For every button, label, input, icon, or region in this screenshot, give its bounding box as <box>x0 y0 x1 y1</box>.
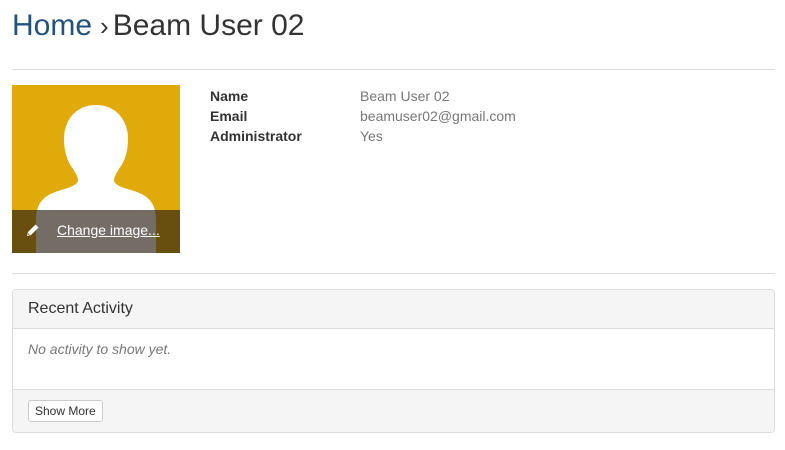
empty-activity-message: No activity to show yet. <box>28 341 172 357</box>
divider <box>12 69 775 70</box>
detail-value: Yes <box>360 128 383 144</box>
panel-heading: Recent Activity <box>13 290 774 329</box>
avatar: Change image... <box>12 85 180 253</box>
panel-footer: Show More <box>13 389 774 432</box>
home-breadcrumb-link[interactable]: Home <box>12 9 92 42</box>
breadcrumb-separator: › <box>100 11 109 41</box>
detail-value: beamuser02@gmail.com <box>360 108 516 124</box>
detail-label: Email <box>210 108 248 124</box>
divider <box>12 273 775 274</box>
recent-activity-panel: Recent Activity No activity to show yet.… <box>12 289 775 433</box>
current-page-title: Beam User 02 <box>112 9 305 42</box>
detail-value: Beam User 02 <box>360 88 450 104</box>
pencil-icon <box>27 224 39 236</box>
show-more-button[interactable]: Show More <box>28 400 103 422</box>
change-image-overlay[interactable]: Change image... <box>12 210 180 253</box>
detail-label: Name <box>210 88 249 104</box>
change-image-link[interactable]: Change image... <box>57 222 160 238</box>
detail-label: Administrator <box>210 128 302 144</box>
page-title: Home › Beam User 02 <box>12 6 304 46</box>
